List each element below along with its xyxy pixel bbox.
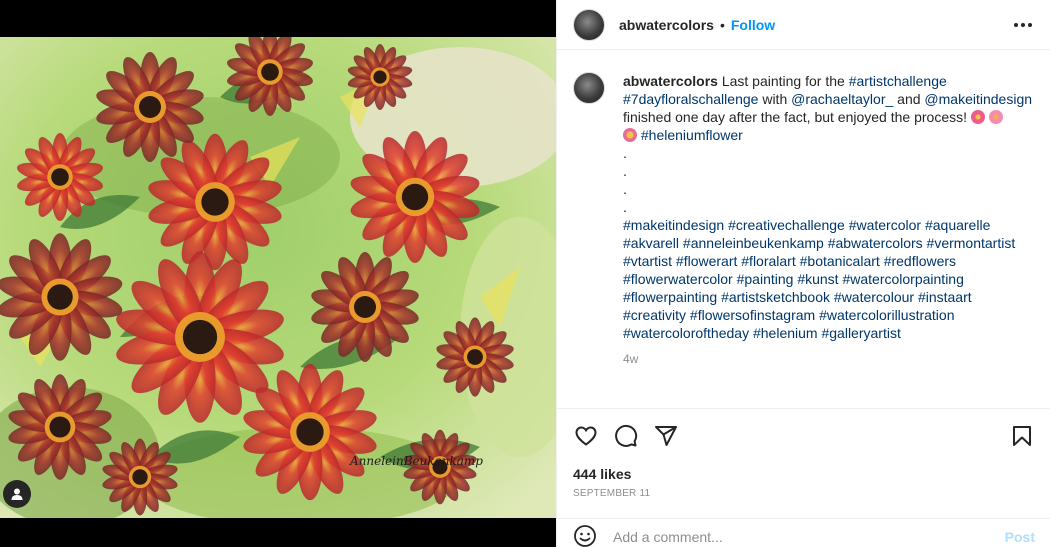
hashtag-link[interactable]: #watercoloroftheday [623, 325, 749, 341]
comment-bar: Post [557, 518, 1050, 547]
blossom-emoji-icon [988, 110, 1003, 124]
hashtag-link[interactable]: #floralart [741, 253, 795, 269]
hashtag-link[interactable]: #watercolorillustration [819, 307, 954, 323]
hashtag-link[interactable]: #makeitindesign [623, 217, 724, 233]
post-dialog: AnneleinBeukenkamp abwatercolors • Follo… [0, 0, 1050, 547]
post-time-ago[interactable]: 4w [623, 350, 1033, 368]
hashtag-block: #makeitindesign #creativechallenge #wate… [623, 216, 1033, 342]
watercolor-painting: AnneleinBeukenkamp [0, 37, 556, 518]
hashtag-link[interactable]: #abwatercolors [828, 235, 923, 251]
caption-text: abwatercolors Last painting for the #art… [623, 72, 1033, 368]
avatar[interactable] [573, 8, 605, 41]
hashtag-link[interactable]: #akvarell [623, 235, 679, 251]
hashtag-line: #flowerwatercolor #painting #kunst #wate… [623, 270, 1033, 288]
caption-avatar[interactable] [573, 72, 605, 104]
hashtag-link[interactable]: #redflowers [884, 253, 956, 269]
post-info-pane: abwatercolors • Follow abwatercolors Las… [556, 0, 1050, 547]
hashtag-link[interactable]: #watercolour [834, 289, 914, 305]
hashtag-link[interactable]: #instaart [918, 289, 972, 305]
hashtag-link[interactable]: #artistsketchbook [721, 289, 830, 305]
likes-count[interactable]: 444 likes [557, 466, 1050, 482]
hashtag-link[interactable]: #galleryartist [821, 325, 900, 341]
caption-dot: . [623, 199, 627, 215]
caption-text-part: Last painting for the [721, 73, 845, 89]
media-pane: AnneleinBeukenkamp [0, 0, 556, 547]
hashtag-link[interactable]: #watercolorpainting [842, 271, 963, 287]
hashtag-link[interactable]: #vtartist [623, 253, 672, 269]
user-tag-icon[interactable] [3, 480, 31, 508]
hashtag-link[interactable]: #kunst [797, 271, 838, 287]
heart-icon[interactable] [573, 423, 599, 449]
hashtag-link[interactable]: #artistchallenge [849, 73, 947, 89]
comment-input[interactable] [613, 529, 993, 545]
caption-username[interactable]: abwatercolors [623, 73, 718, 89]
hashtag-link[interactable]: #creativechallenge [728, 217, 845, 233]
smiley-icon[interactable] [573, 524, 597, 547]
caption-dot: . [623, 145, 627, 161]
hashtag-link[interactable]: #helenium [753, 325, 818, 341]
mention-link[interactable]: @makeitindesign [924, 91, 1032, 107]
paper-plane-icon[interactable] [653, 423, 679, 449]
more-options-icon[interactable] [1012, 17, 1034, 33]
hashtag-line: #watercoloroftheday #helenium #galleryar… [623, 324, 1033, 342]
hibiscus-emoji-icon [970, 110, 985, 124]
caption: abwatercolors Last painting for the #art… [573, 72, 1033, 368]
comment-bubble-icon[interactable] [613, 423, 639, 449]
hashtag-link[interactable]: #botanicalart [800, 253, 880, 269]
hashtag-link[interactable]: #flowerart [676, 253, 737, 269]
hashtag-line: #flowerpainting #artistsketchbook #water… [623, 288, 1033, 306]
caption-text-part: and [897, 91, 921, 107]
caption-dot: . [623, 163, 627, 179]
author-username[interactable]: abwatercolors [619, 17, 714, 33]
hashtag-link[interactable]: #flowerwatercolor [623, 271, 733, 287]
hashtag-link[interactable]: #creativity [623, 307, 686, 323]
caption-text-part: finished one day after the fact, but enj… [623, 109, 967, 125]
hashtag-link[interactable]: #aquarelle [925, 217, 990, 233]
action-bar [557, 409, 1050, 463]
mention-link[interactable]: @rachaeltaylor_ [791, 91, 893, 107]
post-comment-button[interactable]: Post [1005, 529, 1035, 545]
post-actions-section: 444 likes SEPTEMBER 11 [557, 408, 1050, 499]
hashtag-line: #vtartist #flowerart #floralart #botanic… [623, 252, 1033, 270]
hashtag-link[interactable]: #anneleinbeukenkamp [683, 235, 824, 251]
caption-dot: . [623, 181, 627, 197]
hashtag-line: #creativity #flowersofinstagram #waterco… [623, 306, 1033, 324]
hashtag-link[interactable]: #flowersofinstagram [690, 307, 815, 323]
caption-text-part: with [762, 91, 788, 107]
hashtag-link[interactable]: #vermontartist [927, 235, 1016, 251]
hashtag-link[interactable]: #watercolor [849, 217, 921, 233]
artist-signature: AnneleinBeukenkamp [349, 454, 483, 468]
post-date[interactable]: SEPTEMBER 11 [557, 488, 1050, 499]
hashtag-link[interactable]: #heleniumflower [641, 127, 743, 143]
post-header: abwatercolors • Follow [557, 0, 1050, 50]
hashtag-link[interactable]: #7dayfloralschallenge [623, 91, 758, 107]
header-separator: • [719, 16, 725, 33]
bookmark-icon[interactable] [1009, 423, 1035, 449]
follow-button[interactable]: Follow [731, 17, 775, 33]
hashtag-line: #akvarell #anneleinbeukenkamp #abwaterco… [623, 234, 1033, 252]
post-image[interactable]: AnneleinBeukenkamp [0, 37, 556, 518]
hashtag-line: #makeitindesign #creativechallenge #wate… [623, 216, 1033, 234]
flower-emoji-icon [623, 128, 637, 142]
hashtag-link[interactable]: #flowerpainting [623, 289, 717, 305]
hashtag-link[interactable]: #painting [737, 271, 794, 287]
